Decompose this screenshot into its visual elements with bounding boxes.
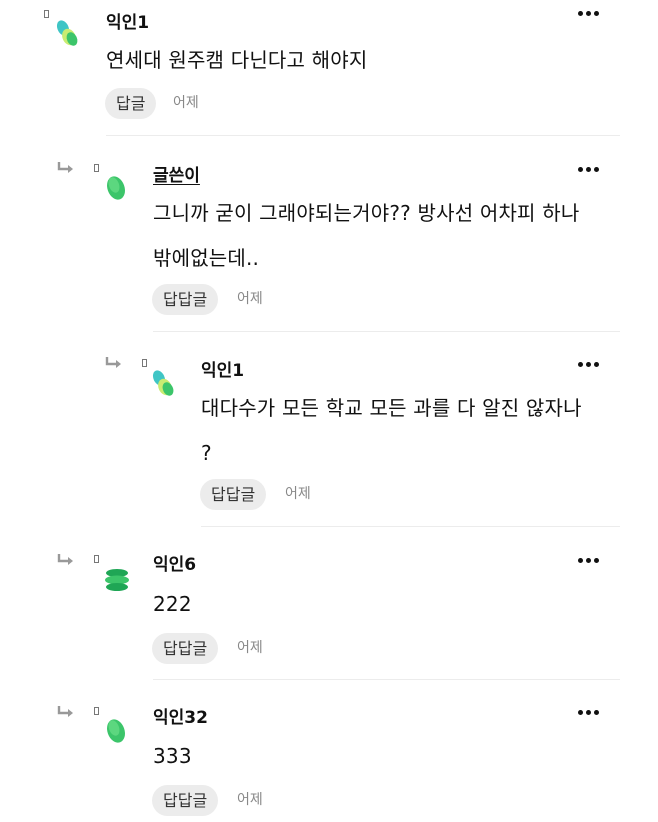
avatar bbox=[56, 20, 78, 46]
divider bbox=[106, 135, 620, 136]
dot-icon bbox=[585, 10, 591, 16]
dot-icon bbox=[585, 166, 591, 172]
more-options-button[interactable] bbox=[575, 164, 601, 174]
comment-text-line: 대다수가 모든 학교 모든 과를 다 알진 않자나 bbox=[201, 396, 582, 420]
dot-icon bbox=[593, 557, 599, 563]
image-placeholder-icon bbox=[44, 10, 49, 18]
reply-arrow-icon bbox=[57, 162, 73, 173]
dot-icon bbox=[593, 361, 599, 367]
comment-time: 어제 bbox=[173, 95, 199, 111]
avatar bbox=[107, 719, 125, 743]
divider bbox=[201, 526, 620, 527]
dot-icon bbox=[593, 166, 599, 172]
image-placeholder-icon bbox=[142, 359, 147, 367]
dot-icon bbox=[585, 361, 591, 367]
comment-text-line: 밖에없는데.. bbox=[153, 246, 260, 270]
comment-item: 익인1 연세대 원주캠 다닌다고 해야지 답글 어제 bbox=[0, 0, 658, 137]
dot-icon bbox=[585, 557, 591, 563]
comment-time: 어제 bbox=[237, 792, 263, 808]
reply-comment-item: 익인6 222 답답글 어제 bbox=[0, 528, 658, 681]
comment-author[interactable]: 익인6 bbox=[153, 550, 196, 575]
comment-time: 어제 bbox=[285, 486, 311, 502]
dot-icon bbox=[593, 10, 599, 16]
reply-comment-item: 익인32 333 답답글 어제 bbox=[0, 681, 658, 822]
reply-button[interactable]: 답답글 bbox=[152, 284, 219, 315]
image-placeholder-icon bbox=[94, 555, 99, 563]
avatar bbox=[152, 370, 174, 396]
dot-icon bbox=[577, 557, 583, 563]
comment-time: 어제 bbox=[237, 640, 263, 656]
dot-icon bbox=[577, 166, 583, 172]
reply-comment-item: 익인1 대다수가 모든 학교 모든 과를 다 알진 않자나 ? 답답글 어제 bbox=[0, 333, 658, 528]
divider bbox=[153, 331, 620, 332]
dot-icon bbox=[577, 709, 583, 715]
more-options-button[interactable] bbox=[575, 707, 601, 717]
more-options-button[interactable] bbox=[575, 8, 601, 18]
comment-text-line: 그니까 굳이 그래야되는거야?? 방사선 어차피 하나 bbox=[153, 201, 580, 225]
more-options-button[interactable] bbox=[575, 359, 601, 369]
comment-author[interactable]: 글쓴이 bbox=[153, 161, 200, 186]
reply-arrow-icon bbox=[105, 357, 121, 368]
reply-button[interactable]: 답답글 bbox=[200, 479, 267, 510]
comment-author[interactable]: 익인1 bbox=[106, 8, 149, 33]
reply-button[interactable]: 답글 bbox=[105, 88, 157, 119]
reply-button[interactable]: 답답글 bbox=[152, 785, 219, 816]
dot-icon bbox=[593, 709, 599, 715]
reply-arrow-icon bbox=[57, 554, 73, 565]
reply-comment-item: 글쓴이 그니까 굳이 그래야되는거야?? 방사선 어차피 하나 밖에없는데.. … bbox=[0, 137, 658, 333]
avatar bbox=[105, 569, 129, 591]
dot-icon bbox=[577, 10, 583, 16]
comment-time: 어제 bbox=[237, 291, 263, 307]
more-options-button[interactable] bbox=[575, 555, 601, 565]
image-placeholder-icon bbox=[94, 164, 99, 172]
comment-text: 222 bbox=[153, 592, 192, 616]
comment-text: 연세대 원주캠 다닌다고 해야지 bbox=[106, 48, 368, 72]
comment-author[interactable]: 익인1 bbox=[201, 356, 244, 381]
comment-author[interactable]: 익인32 bbox=[153, 703, 208, 728]
reply-arrow-icon bbox=[57, 706, 73, 717]
dot-icon bbox=[585, 709, 591, 715]
avatar bbox=[107, 176, 125, 200]
image-placeholder-icon bbox=[94, 707, 99, 715]
dot-icon bbox=[577, 361, 583, 367]
comment-text-line: ? bbox=[201, 441, 212, 465]
divider bbox=[153, 679, 620, 680]
reply-button[interactable]: 답답글 bbox=[152, 633, 219, 664]
comment-text: 333 bbox=[153, 744, 192, 768]
